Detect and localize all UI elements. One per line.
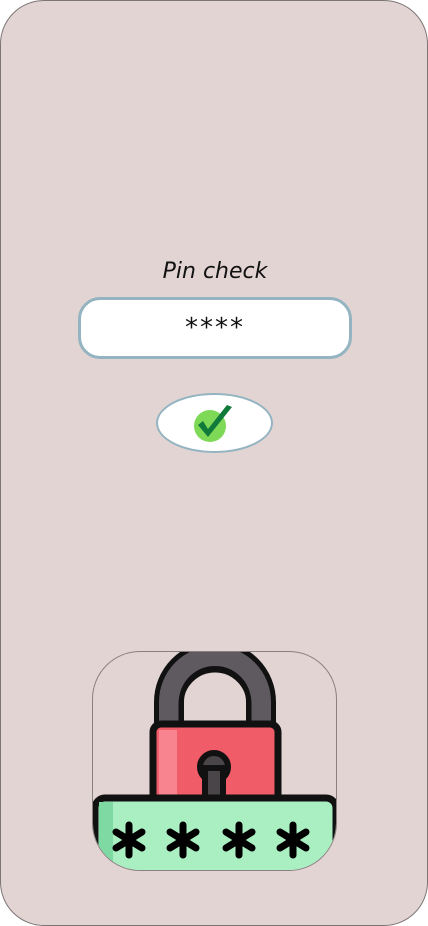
pin-input[interactable] [78,297,352,359]
confirm-button[interactable] [156,393,273,453]
lock-illustration [92,651,337,871]
page-title: Pin check [162,259,268,284]
padlock-password-icon [93,652,336,870]
app-screen: Pin check [0,0,428,926]
check-icon [193,405,232,442]
